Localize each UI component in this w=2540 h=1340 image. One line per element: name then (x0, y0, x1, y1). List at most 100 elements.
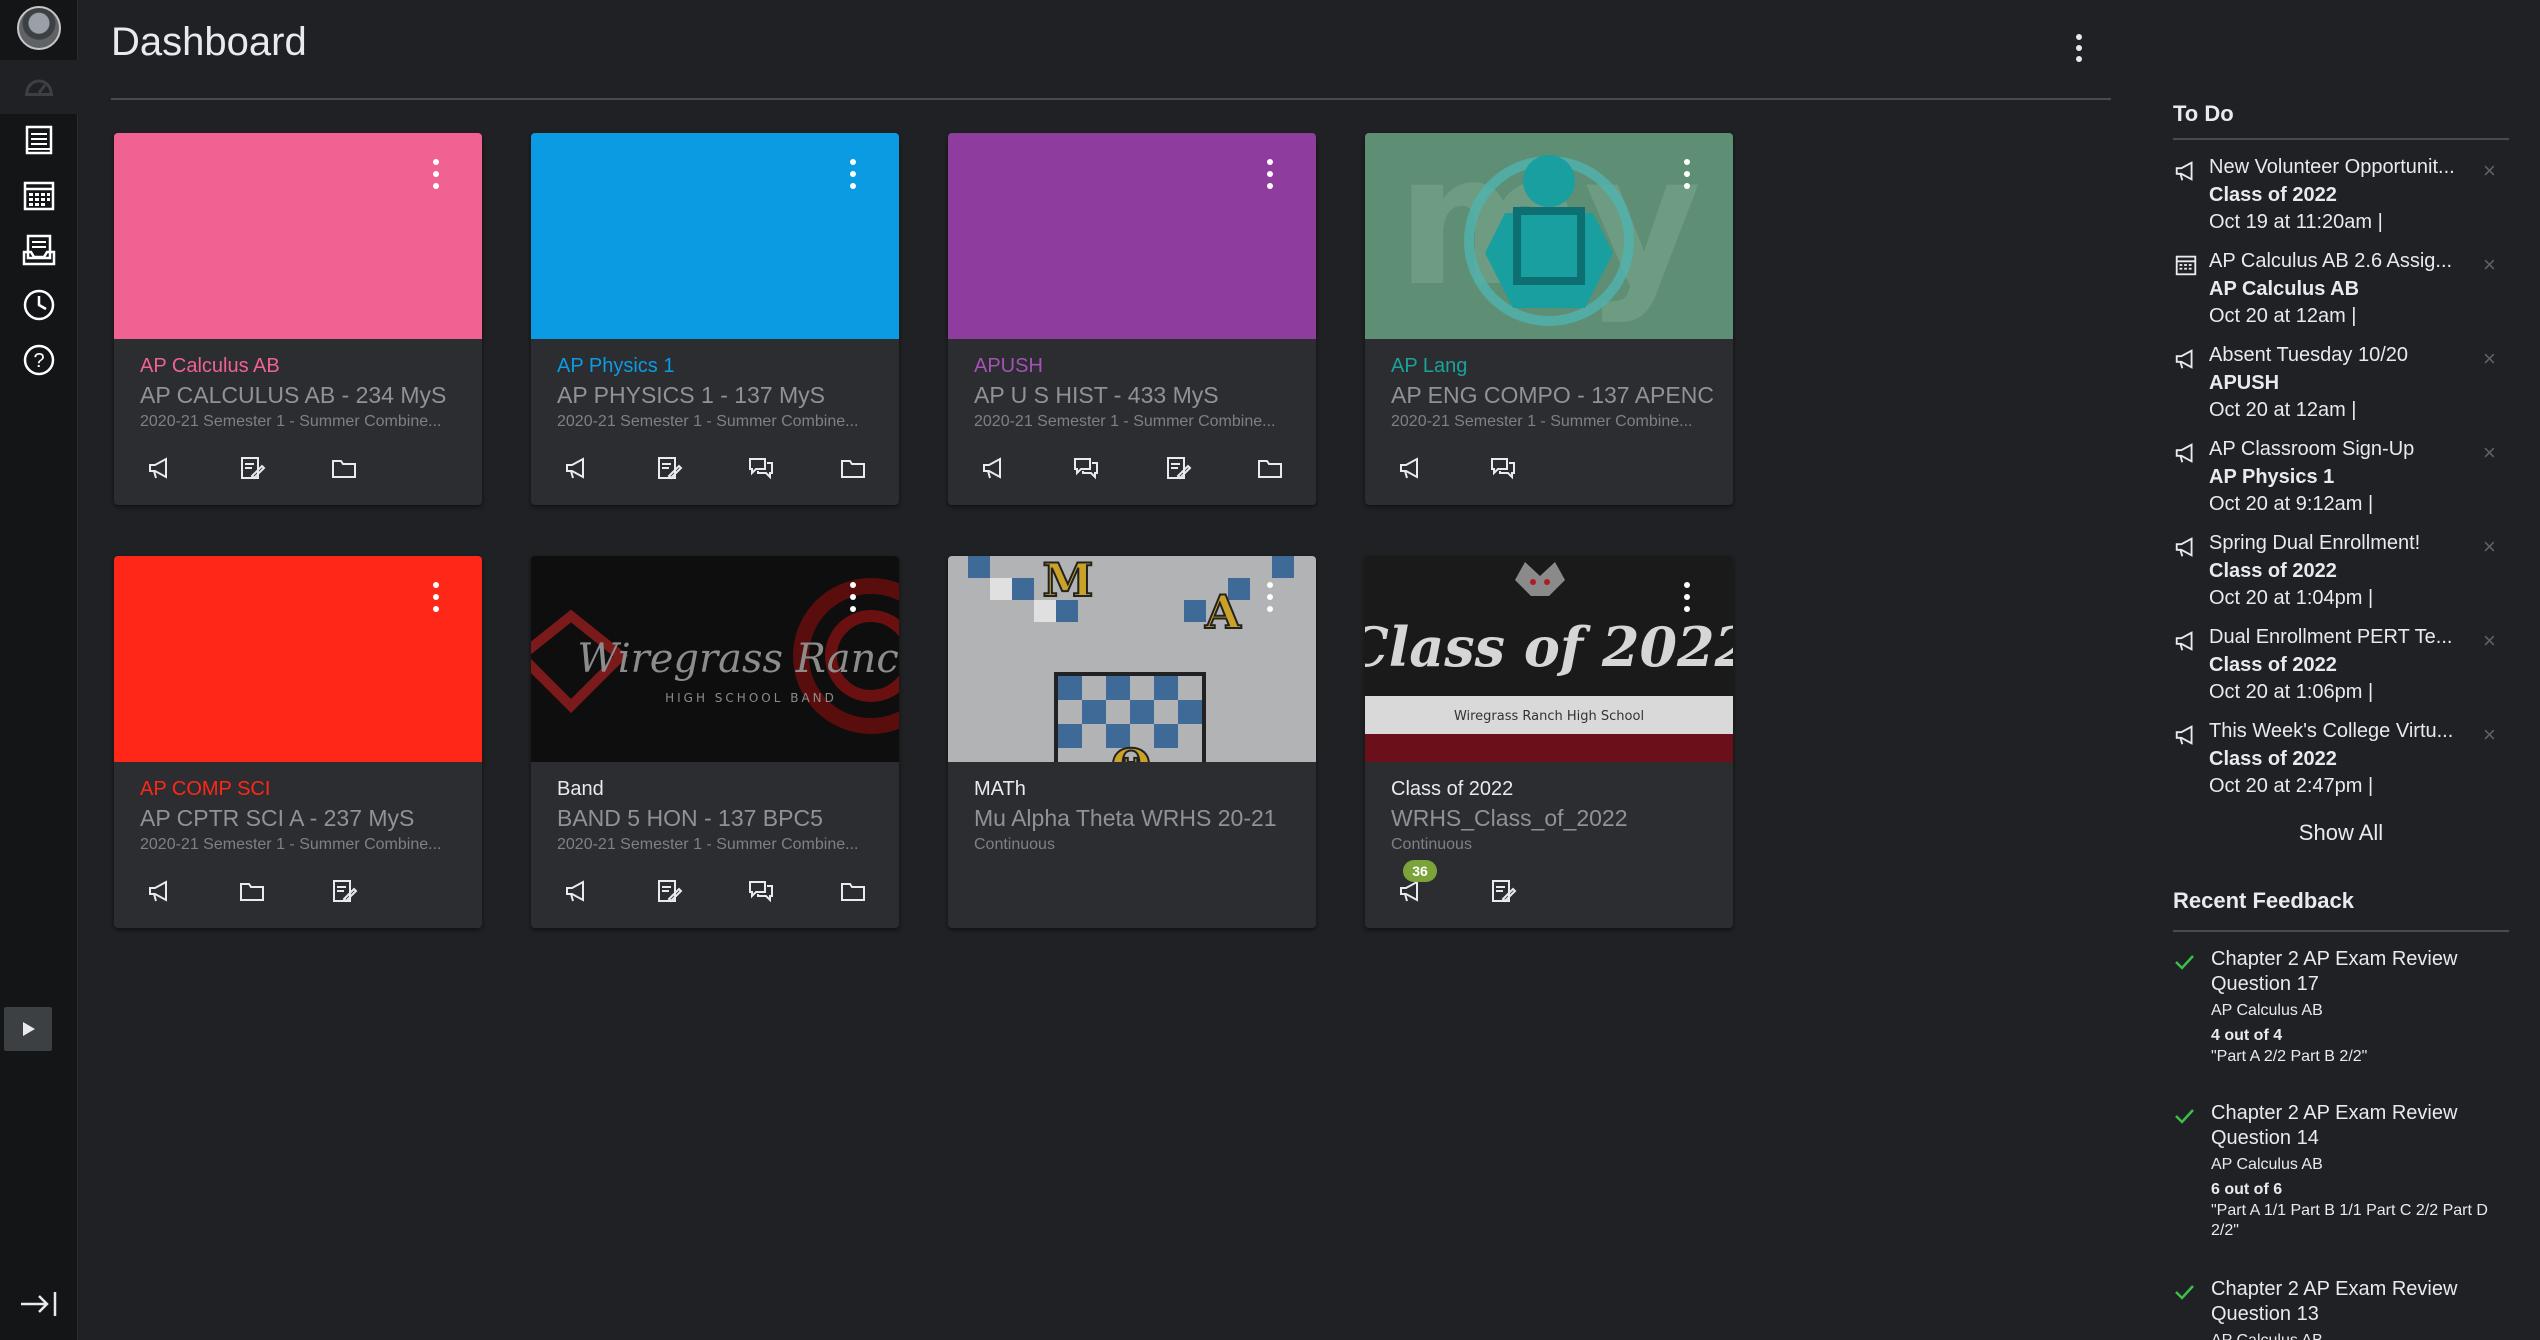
course-card[interactable]: APUSH AP U S HIST - 433 MyS 2020-21 Seme… (948, 133, 1316, 505)
assignments-icon[interactable] (232, 451, 272, 485)
discussions-icon[interactable] (1483, 451, 1523, 485)
course-nickname[interactable]: Class of 2022 (1391, 778, 1513, 801)
course-nickname[interactable]: AP COMP SCI (140, 778, 270, 801)
help-circle-icon[interactable]: ? (0, 333, 78, 387)
assignments-icon[interactable] (649, 874, 689, 908)
announcement-icon[interactable] (140, 451, 180, 485)
course-card[interactable]: Class of 2022 Wiregrass Ranch High Schoo… (1365, 556, 1733, 928)
card-options-button[interactable] (843, 157, 863, 191)
announcement-icon (2175, 537, 2193, 557)
feedback-course: AP Calculus AB (2211, 1156, 2323, 1173)
course-card[interactable]: AP COMP SCI AP CPTR SCI A - 237 MyS 2020… (114, 556, 482, 928)
todo-title[interactable]: Absent Tuesday 10/20 (2209, 344, 2459, 367)
todo-title[interactable]: AP Calculus AB 2.6 Assig... (2209, 250, 2459, 273)
dashboard-gauge-icon[interactable] (0, 60, 78, 114)
dismiss-button[interactable]: × (2483, 440, 2496, 466)
feedback-title[interactable]: Chapter 2 AP Exam Review Question 13 (2211, 1277, 2501, 1327)
todo-title[interactable]: Spring Dual Enrollment! (2209, 532, 2459, 555)
course-card[interactable]: Wiregrass Ranch HIGH SCHOOL BAND Band BA… (531, 556, 899, 928)
files-icon[interactable] (324, 451, 364, 485)
feedback-item[interactable]: Chapter 2 AP Exam Review Question 13 AP … (2173, 1277, 2513, 1340)
show-all-link[interactable]: Show All (2173, 820, 2509, 846)
course-nickname[interactable]: Band (557, 778, 604, 801)
inbox-icon[interactable] (0, 223, 78, 277)
course-nickname[interactable]: MATh (974, 778, 1026, 801)
feedback-course: AP Calculus AB (2211, 1332, 2323, 1340)
dismiss-button[interactable]: × (2483, 628, 2496, 654)
dashboard-options-button[interactable] (2064, 30, 2094, 66)
todo-course: AP Physics 1 (2209, 466, 2335, 488)
files-icon[interactable] (1250, 451, 1290, 485)
play-icon (23, 1022, 35, 1036)
discussions-icon[interactable] (741, 874, 781, 908)
course-card[interactable]: my AP Lang AP ENG COMPO - 137 APENC 2020… (1365, 133, 1733, 505)
todo-item[interactable]: Spring Dual Enrollment! Class of 2022 Oc… (2173, 532, 2513, 622)
course-nickname[interactable]: AP Physics 1 (557, 355, 674, 378)
play-button[interactable] (4, 1007, 52, 1051)
todo-title[interactable]: This Week's College Virtu... (2209, 720, 2459, 743)
announcement-icon[interactable] (140, 874, 180, 908)
card-options-button[interactable] (1260, 580, 1280, 614)
todo-item[interactable]: AP Calculus AB 2.6 Assig... AP Calculus … (2173, 250, 2513, 340)
user-avatar-icon[interactable] (17, 6, 61, 50)
course-nickname[interactable]: AP Calculus AB (140, 355, 280, 378)
course-nickname[interactable]: APUSH (974, 355, 1043, 378)
announcement-icon[interactable]: 36 (1391, 860, 1437, 908)
announcement-icon (2175, 725, 2193, 745)
announcement-icon[interactable] (557, 451, 597, 485)
files-icon[interactable] (833, 451, 873, 485)
card-options-button[interactable] (426, 157, 446, 191)
course-card[interactable]: M A Θ MATh Mu Alpha Theta WRHS 20-21 Con… (948, 556, 1316, 928)
todo-title[interactable]: Dual Enrollment PERT Te... (2209, 626, 2459, 649)
clock-icon[interactable] (0, 278, 78, 332)
files-icon[interactable] (833, 874, 873, 908)
card-action-icons (974, 451, 1290, 485)
dismiss-button[interactable]: × (2483, 252, 2496, 278)
card-options-button[interactable] (426, 580, 446, 614)
todo-item[interactable]: New Volunteer Opportunit... Class of 202… (2173, 156, 2513, 246)
discussions-icon[interactable] (741, 451, 781, 485)
feedback-divider (2173, 930, 2509, 932)
book-icon[interactable] (0, 113, 78, 167)
dismiss-button[interactable]: × (2483, 534, 2496, 560)
todo-item[interactable]: Absent Tuesday 10/20 APUSH Oct 20 at 12a… (2173, 344, 2513, 434)
assignments-icon[interactable] (1158, 451, 1198, 485)
todo-title[interactable]: New Volunteer Opportunit... (2209, 156, 2459, 179)
calendar-icon[interactable] (0, 168, 78, 222)
todo-item[interactable]: This Week's College Virtu... Class of 20… (2173, 720, 2513, 810)
announcement-icon[interactable] (974, 451, 1014, 485)
announcement-icon (2175, 631, 2193, 651)
course-term: 2020-21 Semester 1 - Summer Combine... (1391, 413, 1693, 430)
card-options-button[interactable] (1677, 157, 1697, 191)
announcement-icon[interactable] (557, 874, 597, 908)
dismiss-button[interactable]: × (2483, 722, 2496, 748)
card-options-button[interactable] (1260, 157, 1280, 191)
course-code: AP PHYSICS 1 - 137 MyS (557, 382, 826, 408)
dismiss-button[interactable]: × (2483, 158, 2496, 184)
todo-item[interactable]: Dual Enrollment PERT Te... Class of 2022… (2173, 626, 2513, 716)
files-icon[interactable] (232, 874, 272, 908)
svg-text:?: ? (33, 350, 44, 372)
todo-item[interactable]: AP Classroom Sign-Up AP Physics 1 Oct 20… (2173, 438, 2513, 528)
collapse-arrow-icon (21, 1292, 57, 1316)
assignments-icon[interactable] (324, 874, 364, 908)
course-nickname[interactable]: AP Lang (1391, 355, 1467, 378)
card-options-button[interactable] (1677, 580, 1697, 614)
card-action-icons (557, 451, 873, 485)
course-card[interactable]: AP Physics 1 AP PHYSICS 1 - 137 MyS 2020… (531, 133, 899, 505)
card-options-button[interactable] (843, 580, 863, 614)
feedback-title[interactable]: Chapter 2 AP Exam Review Question 14 (2211, 1101, 2501, 1151)
feedback-title[interactable]: Chapter 2 AP Exam Review Question 17 (2211, 947, 2501, 997)
assignments-icon[interactable] (1483, 874, 1523, 908)
course-term: 2020-21 Semester 1 - Summer Combine... (557, 836, 859, 853)
todo-title[interactable]: AP Classroom Sign-Up (2209, 438, 2459, 461)
announcement-icon (2175, 161, 2193, 181)
dismiss-button[interactable]: × (2483, 346, 2496, 372)
card-action-icons (140, 451, 364, 485)
class-logo-subtext: Wiregrass Ranch High School (1454, 709, 1644, 724)
discussions-icon[interactable] (1066, 451, 1106, 485)
assignments-icon[interactable] (649, 451, 689, 485)
collapse-nav-button[interactable] (14, 1284, 64, 1324)
course-card[interactable]: AP Calculus AB AP CALCULUS AB - 234 MyS … (114, 133, 482, 505)
announcement-icon[interactable] (1391, 451, 1431, 485)
